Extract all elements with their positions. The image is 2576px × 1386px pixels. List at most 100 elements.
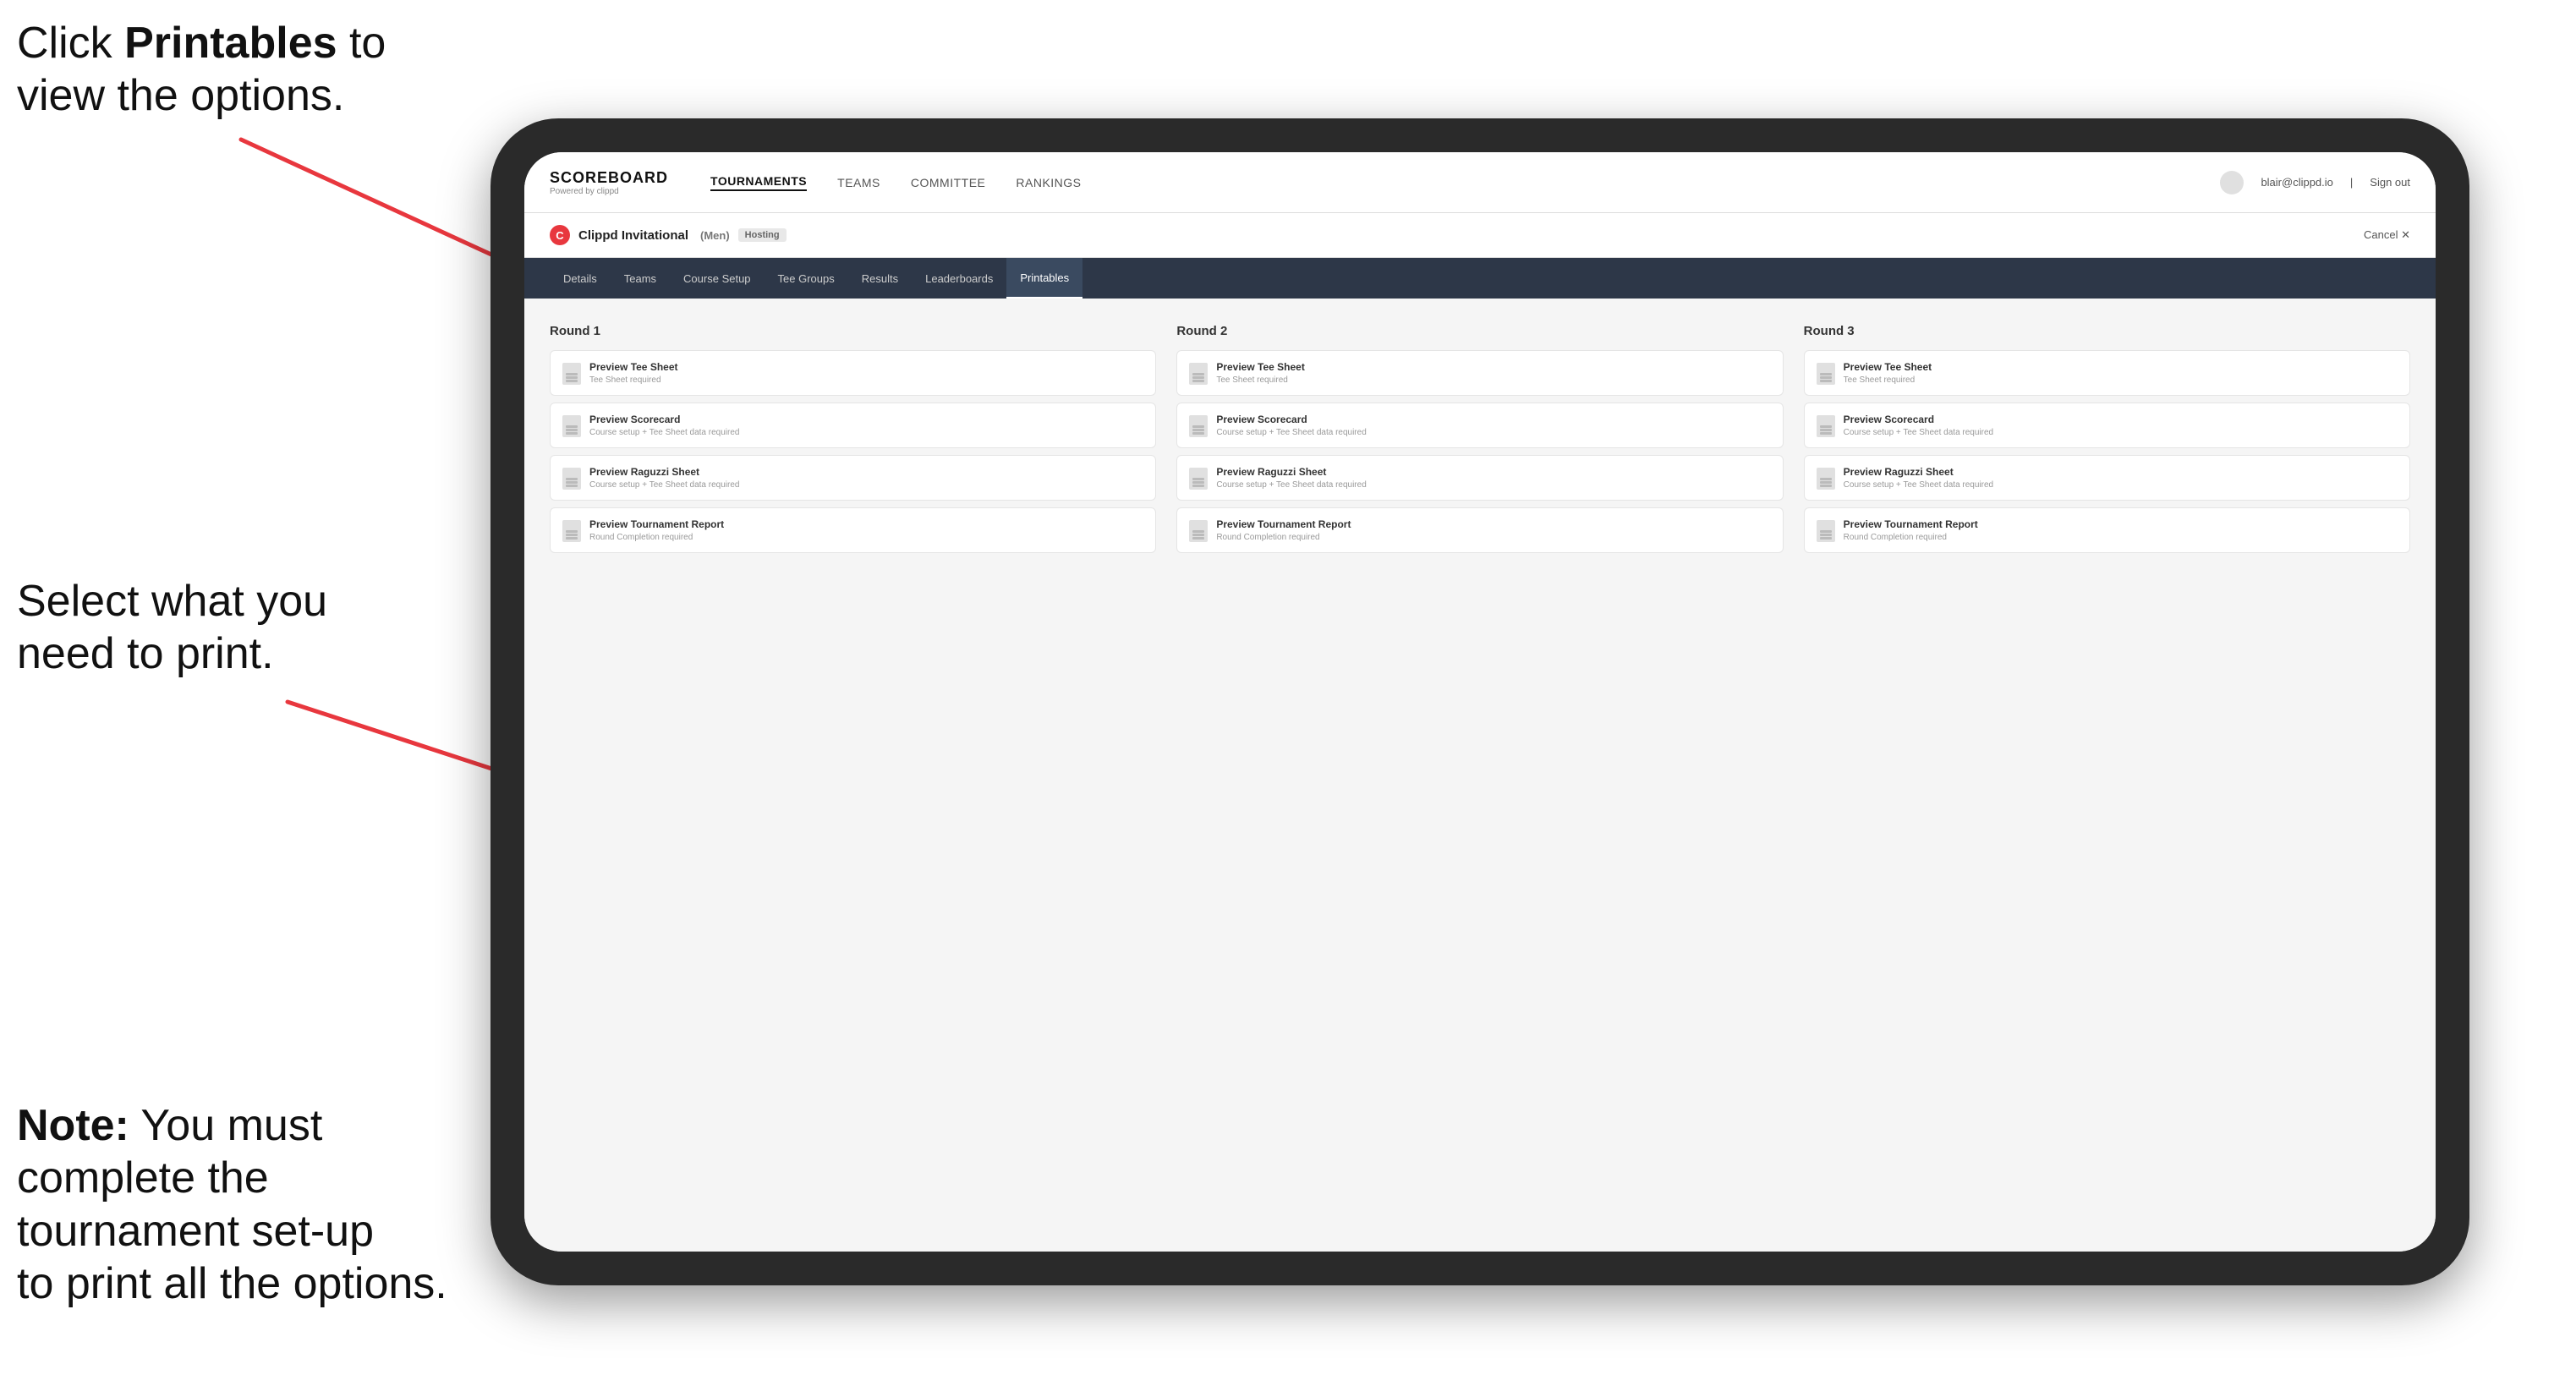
subnav-details[interactable]: Details (550, 258, 611, 299)
raguzzi-text-r3: Preview Raguzzi Sheet Course setup + Tee… (1844, 466, 2398, 490)
tournament-report-title-r2: Preview Tournament Report (1216, 518, 1770, 530)
raguzzi-subtitle-r2: Course setup + Tee Sheet data required (1216, 480, 1770, 490)
annotation-middle: Select what youneed to print. (17, 575, 327, 681)
round-3-scorecard[interactable]: Preview Scorecard Course setup + Tee She… (1804, 403, 2410, 448)
scorecard-title-r3: Preview Scorecard (1844, 414, 2398, 425)
tournament-header: C Clippd Invitational (Men) Hosting Canc… (524, 213, 2436, 258)
top-nav-links: TOURNAMENTS TEAMS COMMITTEE RANKINGS (710, 174, 1082, 191)
raguzzi-icon-r1 (562, 468, 581, 490)
top-nav-left: SCOREBOARD Powered by clippd TOURNAMENTS… (550, 169, 1082, 196)
raguzzi-title-r1: Preview Raguzzi Sheet (589, 466, 1143, 478)
nav-tournaments[interactable]: TOURNAMENTS (710, 174, 807, 191)
round-3-raguzzi[interactable]: Preview Raguzzi Sheet Course setup + Tee… (1804, 455, 2410, 501)
tournament-report-icon-r2 (1189, 520, 1208, 542)
subnav-course-setup[interactable]: Course Setup (670, 258, 765, 299)
raguzzi-title-r2: Preview Raguzzi Sheet (1216, 466, 1770, 478)
round-3-section: Round 3 Preview Tee Sheet Tee Sheet requ… (1804, 324, 2410, 553)
tournament-logo: C (550, 225, 570, 245)
sub-nav: Details Teams Course Setup Tee Groups Re… (524, 258, 2436, 299)
tee-sheet-icon-r1 (562, 363, 581, 385)
tournament-report-title-r1: Preview Tournament Report (589, 518, 1143, 530)
nav-teams[interactable]: TEAMS (837, 176, 880, 189)
tee-sheet-text-r2: Preview Tee Sheet Tee Sheet required (1216, 361, 1770, 385)
scorecard-title-r1: Preview Scorecard (589, 414, 1143, 425)
raguzzi-icon-r2 (1189, 468, 1208, 490)
scoreboard-sub: Powered by clippd (550, 187, 668, 196)
raguzzi-text-r2: Preview Raguzzi Sheet Course setup + Tee… (1216, 466, 1770, 490)
user-email: blair@clippd.io (2261, 176, 2332, 189)
round-2-scorecard[interactable]: Preview Scorecard Course setup + Tee She… (1176, 403, 1783, 448)
subnav-leaderboards[interactable]: Leaderboards (912, 258, 1006, 299)
tee-sheet-icon-r3 (1817, 363, 1835, 385)
raguzzi-subtitle-r1: Course setup + Tee Sheet data required (589, 480, 1143, 490)
tournament-title: Clippd Invitational (578, 228, 688, 243)
tournament-report-subtitle-r1: Round Completion required (589, 533, 1143, 542)
raguzzi-icon-r3 (1817, 468, 1835, 490)
scoreboard-brand: SCOREBOARD Powered by clippd (550, 169, 668, 196)
scorecard-icon-r2 (1189, 415, 1208, 437)
round-2-section: Round 2 Preview Tee Sheet Tee Sheet requ… (1176, 324, 1783, 553)
tournament-report-subtitle-r2: Round Completion required (1216, 533, 1770, 542)
tournament-report-title-r3: Preview Tournament Report (1844, 518, 2398, 530)
tee-sheet-subtitle-r3: Tee Sheet required (1844, 375, 2398, 385)
round-2-raguzzi[interactable]: Preview Raguzzi Sheet Course setup + Tee… (1176, 455, 1783, 501)
user-avatar (2220, 171, 2244, 194)
subnav-results[interactable]: Results (848, 258, 912, 299)
round-2-title: Round 2 (1176, 324, 1783, 338)
tee-sheet-icon-r2 (1189, 363, 1208, 385)
round-1-tournament-report[interactable]: Preview Tournament Report Round Completi… (550, 507, 1156, 553)
nav-rankings[interactable]: RANKINGS (1016, 176, 1081, 189)
raguzzi-title-r3: Preview Raguzzi Sheet (1844, 466, 2398, 478)
scorecard-icon-r3 (1817, 415, 1835, 437)
tournament-division: (Men) (700, 229, 730, 242)
nav-committee[interactable]: COMMITTEE (911, 176, 986, 189)
subnav-printables[interactable]: Printables (1006, 258, 1082, 299)
tee-sheet-title-r1: Preview Tee Sheet (589, 361, 1143, 373)
tournament-report-text-r1: Preview Tournament Report Round Completi… (589, 518, 1143, 542)
cancel-button[interactable]: Cancel ✕ (2364, 228, 2410, 242)
tee-sheet-subtitle-r1: Tee Sheet required (589, 375, 1143, 385)
round-2-cards: Preview Tee Sheet Tee Sheet required Pre… (1176, 350, 1783, 553)
raguzzi-text-r1: Preview Raguzzi Sheet Course setup + Tee… (589, 466, 1143, 490)
scorecard-title-r2: Preview Scorecard (1216, 414, 1770, 425)
scorecard-subtitle-r3: Course setup + Tee Sheet data required (1844, 428, 2398, 437)
scorecard-subtitle-r1: Course setup + Tee Sheet data required (589, 428, 1143, 437)
round-2-tee-sheet[interactable]: Preview Tee Sheet Tee Sheet required (1176, 350, 1783, 396)
tee-sheet-text-r1: Preview Tee Sheet Tee Sheet required (589, 361, 1143, 385)
top-nav-right: blair@clippd.io | Sign out (2220, 171, 2410, 194)
annotation-top: Click Printables toview the options. (17, 17, 386, 123)
tournament-report-subtitle-r3: Round Completion required (1844, 533, 2398, 542)
separator: | (2350, 176, 2353, 189)
tablet-frame: SCOREBOARD Powered by clippd TOURNAMENTS… (491, 118, 2469, 1285)
tee-sheet-subtitle-r2: Tee Sheet required (1216, 375, 1770, 385)
annotation-bottom: Note: You mustcomplete thetournament set… (17, 1099, 447, 1311)
subnav-tee-groups[interactable]: Tee Groups (765, 258, 848, 299)
round-3-cards: Preview Tee Sheet Tee Sheet required Pre… (1804, 350, 2410, 553)
tablet-screen: SCOREBOARD Powered by clippd TOURNAMENTS… (524, 152, 2436, 1252)
rounds-grid: Round 1 Preview Tee Sheet Tee Sheet requ… (550, 324, 2410, 553)
round-1-scorecard[interactable]: Preview Scorecard Course setup + Tee She… (550, 403, 1156, 448)
tournament-report-icon-r3 (1817, 520, 1835, 542)
scorecard-icon-r1 (562, 415, 581, 437)
top-nav: SCOREBOARD Powered by clippd TOURNAMENTS… (524, 152, 2436, 213)
subnav-teams[interactable]: Teams (611, 258, 670, 299)
round-1-raguzzi[interactable]: Preview Raguzzi Sheet Course setup + Tee… (550, 455, 1156, 501)
round-1-section: Round 1 Preview Tee Sheet Tee Sheet requ… (550, 324, 1156, 553)
round-1-tee-sheet[interactable]: Preview Tee Sheet Tee Sheet required (550, 350, 1156, 396)
raguzzi-subtitle-r3: Course setup + Tee Sheet data required (1844, 480, 2398, 490)
sign-out-link[interactable]: Sign out (2370, 176, 2410, 189)
annotation-bold-note: Note: (17, 1101, 129, 1150)
hosting-badge: Hosting (738, 228, 787, 242)
round-2-tournament-report[interactable]: Preview Tournament Report Round Completi… (1176, 507, 1783, 553)
scorecard-text-r3: Preview Scorecard Course setup + Tee She… (1844, 414, 2398, 437)
tee-sheet-title-r2: Preview Tee Sheet (1216, 361, 1770, 373)
round-1-cards: Preview Tee Sheet Tee Sheet required Pre… (550, 350, 1156, 553)
round-3-title: Round 3 (1804, 324, 2410, 338)
round-3-tournament-report[interactable]: Preview Tournament Report Round Completi… (1804, 507, 2410, 553)
tee-sheet-title-r3: Preview Tee Sheet (1844, 361, 2398, 373)
round-3-tee-sheet[interactable]: Preview Tee Sheet Tee Sheet required (1804, 350, 2410, 396)
tee-sheet-text-r3: Preview Tee Sheet Tee Sheet required (1844, 361, 2398, 385)
scorecard-text-r2: Preview Scorecard Course setup + Tee She… (1216, 414, 1770, 437)
scorecard-subtitle-r2: Course setup + Tee Sheet data required (1216, 428, 1770, 437)
tournament-report-text-r3: Preview Tournament Report Round Completi… (1844, 518, 2398, 542)
